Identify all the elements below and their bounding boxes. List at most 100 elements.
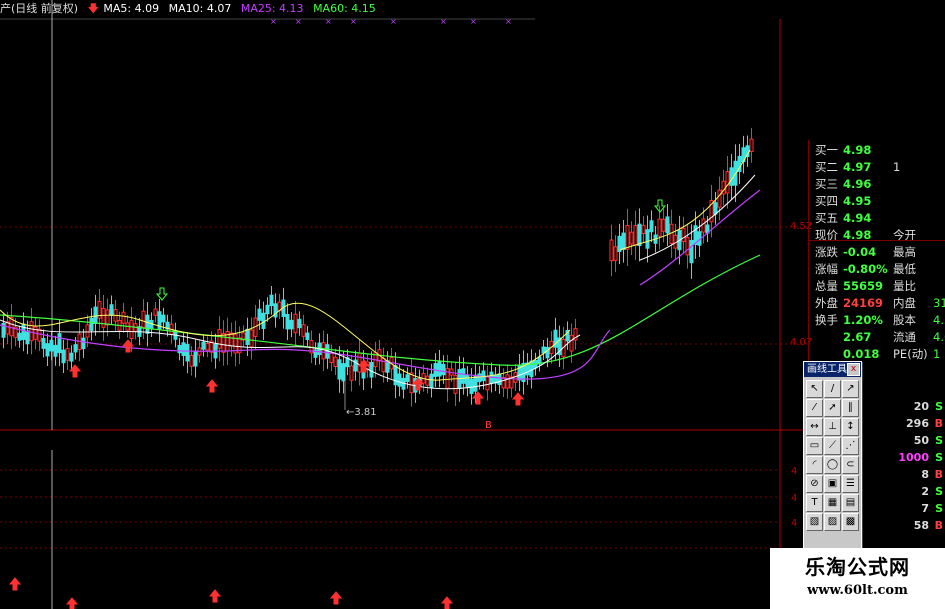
candle-body (129, 319, 134, 339)
candle-body (121, 311, 126, 324)
quote-extra2: 4.6 (933, 330, 945, 344)
candle-body (609, 239, 614, 262)
candle-body (249, 329, 254, 348)
quote-extra2: 1 (933, 347, 941, 361)
candle-body (673, 234, 678, 249)
cursor-tool-icon[interactable]: ↖ (806, 380, 823, 398)
candle-body (633, 225, 638, 246)
circle-tool-icon[interactable]: ◯ (824, 456, 841, 474)
drawing-toolbox[interactable]: 画线工具 x ↖ / ↗ ⁄ ➚ ∥ ↔ ⊥ ↕ ▭ ⟋ ⋰ ◜ ◯ ⊂ ⊘ ▣ ☰ T ▦ ▤ ▧ ▨ ▩ (803, 361, 862, 553)
candle-body (369, 362, 374, 378)
sub-buy-arrow-icon (65, 597, 79, 609)
hline-tool-icon[interactable]: ↔ (806, 418, 823, 436)
candle-body (729, 167, 734, 186)
watermark: 乐淘公式网 www.60lt.com (770, 548, 945, 609)
line-tool-icon[interactable]: / (824, 380, 841, 398)
vline-tool-icon[interactable]: ⊥ (824, 418, 841, 436)
extra3-tool-icon[interactable]: ▩ (842, 513, 859, 531)
quote-extra: 最高 (893, 245, 916, 259)
candle-body (461, 368, 466, 384)
toolbox-close-button[interactable]: x (847, 363, 860, 376)
candle-body (429, 373, 434, 388)
candle-body (49, 339, 54, 352)
candle-body (89, 317, 94, 331)
vray-tool-icon[interactable]: ↕ (842, 418, 859, 436)
toolbox-title: 画线工具 (807, 364, 847, 375)
ma60-label: MA60: 4.15 (313, 2, 376, 15)
low-price-annotation: ←3.81 (346, 407, 377, 418)
quote-row: 涨跌 -0.04 最高 (809, 244, 945, 261)
tick-volume: 2 (921, 485, 929, 498)
candle-body (321, 342, 326, 360)
watermark-url: www.60lt.com (807, 583, 908, 598)
candle-body (657, 218, 662, 237)
indicator-header: 产(日线 前复权) 🡇 MA5: 4.09 MA10: 4.07 MA25: 4… (0, 0, 382, 18)
candle-body (337, 359, 342, 380)
sell-arrow-icon (155, 287, 169, 301)
quote-value: 4.98 (843, 228, 872, 242)
x-marker: × (350, 17, 357, 26)
candle-body (85, 324, 90, 338)
candle-body (293, 313, 298, 334)
extra1-tool-icon[interactable]: ▧ (806, 513, 823, 531)
quote-value: 4.96 (843, 177, 872, 191)
channel-tool-icon[interactable]: ▭ (806, 437, 823, 455)
tick-side: S (935, 485, 943, 498)
gann-tool-icon[interactable]: ⋰ (842, 437, 859, 455)
quote-value: 1.20% (843, 313, 883, 327)
candle-body (405, 374, 410, 382)
candle-body (265, 304, 270, 315)
mark-tool-icon[interactable]: ▦ (824, 494, 841, 512)
candle-body (661, 218, 666, 232)
x-marker: × (295, 17, 302, 26)
extra2-tool-icon[interactable]: ▨ (824, 513, 841, 531)
toolbox-titlebar[interactable]: 画线工具 x (804, 362, 861, 377)
toolbox-grid: ↖ / ↗ ⁄ ➚ ∥ ↔ ⊥ ↕ ▭ ⟋ ⋰ ◜ ◯ ⊂ ⊘ ▣ ☰ T ▦ ▤ ▧ ▨ ▩ (804, 377, 861, 534)
x-marker: × (390, 17, 397, 26)
down-arrow-icon: 🡇 (87, 2, 99, 15)
grid-tool-icon[interactable]: ▤ (842, 494, 859, 512)
candle-body (641, 224, 646, 235)
candle-body (501, 377, 506, 389)
candle-body (465, 375, 470, 388)
candle-body (689, 239, 694, 264)
candle-body (749, 138, 754, 153)
candle-body (649, 220, 654, 233)
candle-body (621, 232, 626, 250)
parallel-tool-icon[interactable]: ∥ (842, 399, 859, 417)
text-tool-icon[interactable]: T (806, 494, 823, 512)
segment-tool-icon[interactable]: ⁄ (806, 399, 823, 417)
candle-body (717, 189, 722, 208)
candle-body (229, 332, 234, 347)
buy-arrow-icon (471, 391, 485, 405)
tick-side: B (934, 417, 943, 430)
quote-label: 买三 (815, 177, 838, 191)
ray-tool-icon[interactable]: ↗ (842, 380, 859, 398)
candle-body (65, 348, 70, 361)
arc-tool-icon[interactable]: ◜ (806, 456, 823, 474)
quote-row: 买五 4.94 (809, 210, 945, 227)
quote-panel: 买一 4.98 买二 4.97 1 买三 4.96 买四 4.95 买五 4.94 现价 4.98 今开涨… (808, 140, 945, 395)
candle-body (69, 352, 74, 362)
ellipse-tool-icon[interactable]: ⊘ (806, 475, 823, 493)
candle-body (285, 314, 290, 330)
candle-body (485, 375, 490, 391)
box-tool-icon[interactable]: ▣ (824, 475, 841, 493)
candle-body (289, 319, 294, 330)
quote-row: 总量 55659 量比 (809, 278, 945, 295)
candle-body (329, 352, 334, 363)
quote-value: 4.97 (843, 160, 872, 174)
sub-buy-arrow-icon (440, 596, 454, 609)
candle-body (201, 341, 206, 350)
quote-label: 涨幅 (815, 262, 838, 276)
arrow-tool-icon[interactable]: ➚ (824, 399, 841, 417)
fib-tool-icon[interactable]: ☰ (842, 475, 859, 493)
candle-body (161, 314, 166, 323)
candle-body (21, 323, 26, 340)
cycle-tool-icon[interactable]: ⊂ (842, 456, 859, 474)
tick-side: S (935, 502, 943, 515)
buy-arrow-icon (205, 379, 219, 393)
ma5-label: MA5: 4.09 (103, 2, 160, 15)
quote-label: 总量 (815, 279, 838, 293)
fan-tool-icon[interactable]: ⟋ (824, 437, 841, 455)
